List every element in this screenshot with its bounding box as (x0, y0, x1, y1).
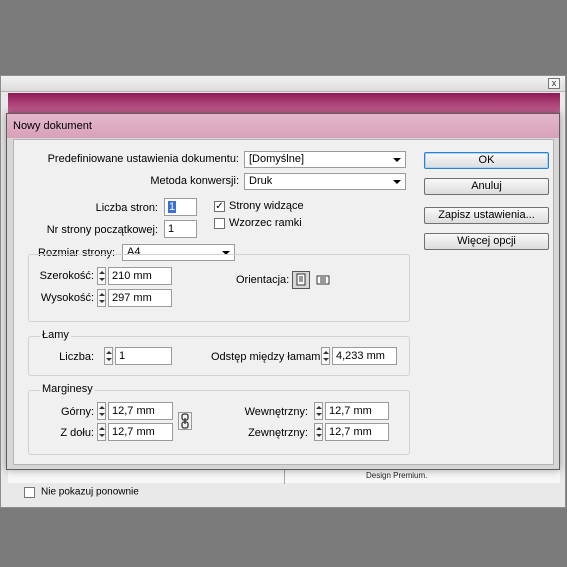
bottom-margin-label: Z dołu: (60, 427, 94, 439)
divider (284, 470, 285, 484)
bottom-margin-stepper[interactable] (97, 423, 106, 441)
intent-value: Druk (249, 175, 273, 187)
save-preset-button[interactable]: Zapisz ustawienia... (424, 207, 549, 224)
background-titlebar: x (1, 76, 565, 92)
start-page-value: 1 (168, 223, 175, 235)
outside-margin-value: 12,7 mm (329, 426, 372, 438)
landscape-icon (316, 275, 330, 285)
columns-number-input[interactable]: 1 (115, 347, 172, 365)
portrait-orientation-button[interactable] (292, 271, 310, 289)
preset-value: [Domyślne] (249, 153, 305, 165)
height-stepper[interactable] (97, 289, 106, 307)
width-stepper[interactable] (97, 267, 106, 285)
orientation-label: Orientacja: (236, 274, 290, 286)
start-page-label: Nr strony początkowej: (46, 224, 158, 236)
gutter-input[interactable]: 4,233 mm (332, 347, 397, 365)
height-value: 297 mm (112, 292, 152, 304)
margins-group-title: Marginesy (40, 383, 95, 395)
pages-input[interactable]: 1 (164, 198, 197, 216)
page-size-group (28, 254, 410, 322)
width-label: Szerokość: (39, 270, 94, 282)
inside-margin-input[interactable]: 12,7 mm (325, 402, 389, 420)
dialog-body: Predefiniowane ustawienia dokumentu: [Do… (13, 139, 554, 465)
chevron-down-icon (393, 180, 401, 184)
cancel-button[interactable]: Anuluj (424, 178, 549, 195)
outside-margin-label: Zewnętrzny: (248, 427, 308, 439)
top-margin-value: 12,7 mm (112, 405, 155, 417)
new-document-dialog: Nowy dokument Predefiniowane ustawienia … (6, 113, 560, 470)
preset-label: Predefiniowane ustawienia dokumentu: (47, 153, 239, 165)
close-icon[interactable]: x (548, 78, 560, 89)
dialog-title: Nowy dokument (13, 120, 92, 132)
checkbox-box[interactable] (24, 486, 35, 498)
dont-show-again-label: Nie pokazuj ponownie (41, 486, 139, 498)
portrait-icon (296, 273, 306, 286)
columns-number-label: Liczba: (59, 351, 94, 363)
product-note: Design Premium. (366, 471, 428, 480)
facing-pages-checkbox[interactable]: ✓ (214, 201, 225, 212)
pages-value: 1 (168, 201, 177, 213)
gutter-label: Odstęp między łamami: (211, 351, 326, 363)
columns-group-title: Łamy (40, 329, 71, 341)
inside-margin-stepper[interactable] (314, 402, 323, 420)
more-options-button[interactable]: Więcej opcji (424, 233, 549, 250)
facing-pages-label: Strony widzące (229, 200, 304, 212)
preset-select[interactable]: [Domyślne] (244, 151, 406, 168)
top-margin-label: Górny: (60, 406, 94, 418)
chain-link-icon (181, 413, 189, 429)
bottom-margin-value: 12,7 mm (112, 426, 155, 438)
link-margins-button[interactable] (178, 412, 192, 430)
height-input[interactable]: 297 mm (108, 289, 172, 307)
dialog-titlebar[interactable]: Nowy dokument (7, 114, 559, 138)
gutter-value: 4,233 mm (336, 350, 385, 362)
pages-label: Liczba stron: (95, 202, 158, 214)
top-margin-stepper[interactable] (97, 402, 106, 420)
columns-number-value: 1 (119, 350, 126, 362)
width-input[interactable]: 210 mm (108, 267, 172, 285)
outside-margin-stepper[interactable] (314, 423, 323, 441)
start-page-input[interactable]: 1 (164, 220, 197, 238)
intent-select[interactable]: Druk (244, 173, 406, 190)
gutter-stepper[interactable] (321, 347, 330, 365)
outside-margin-input[interactable]: 12,7 mm (325, 423, 389, 441)
inside-margin-label: Wewnętrzny: (244, 406, 308, 418)
height-label: Wysokość: (40, 292, 94, 304)
inside-margin-value: 12,7 mm (329, 405, 372, 417)
bottom-margin-input[interactable]: 12,7 mm (108, 423, 173, 441)
master-frame-label: Wzorzec ramki (229, 217, 302, 229)
master-frame-checkbox[interactable] (214, 218, 225, 229)
dont-show-again-checkbox[interactable]: Nie pokazuj ponownie (24, 486, 139, 498)
landscape-orientation-button[interactable] (314, 271, 332, 289)
columns-number-stepper[interactable] (104, 347, 113, 365)
width-value: 210 mm (112, 270, 152, 282)
chevron-down-icon (393, 158, 401, 162)
ok-button[interactable]: OK (424, 152, 549, 169)
background-footer-strip: Design Premium. (8, 469, 560, 484)
intent-label: Metoda konwersji: (150, 175, 239, 187)
top-margin-input[interactable]: 12,7 mm (108, 402, 173, 420)
